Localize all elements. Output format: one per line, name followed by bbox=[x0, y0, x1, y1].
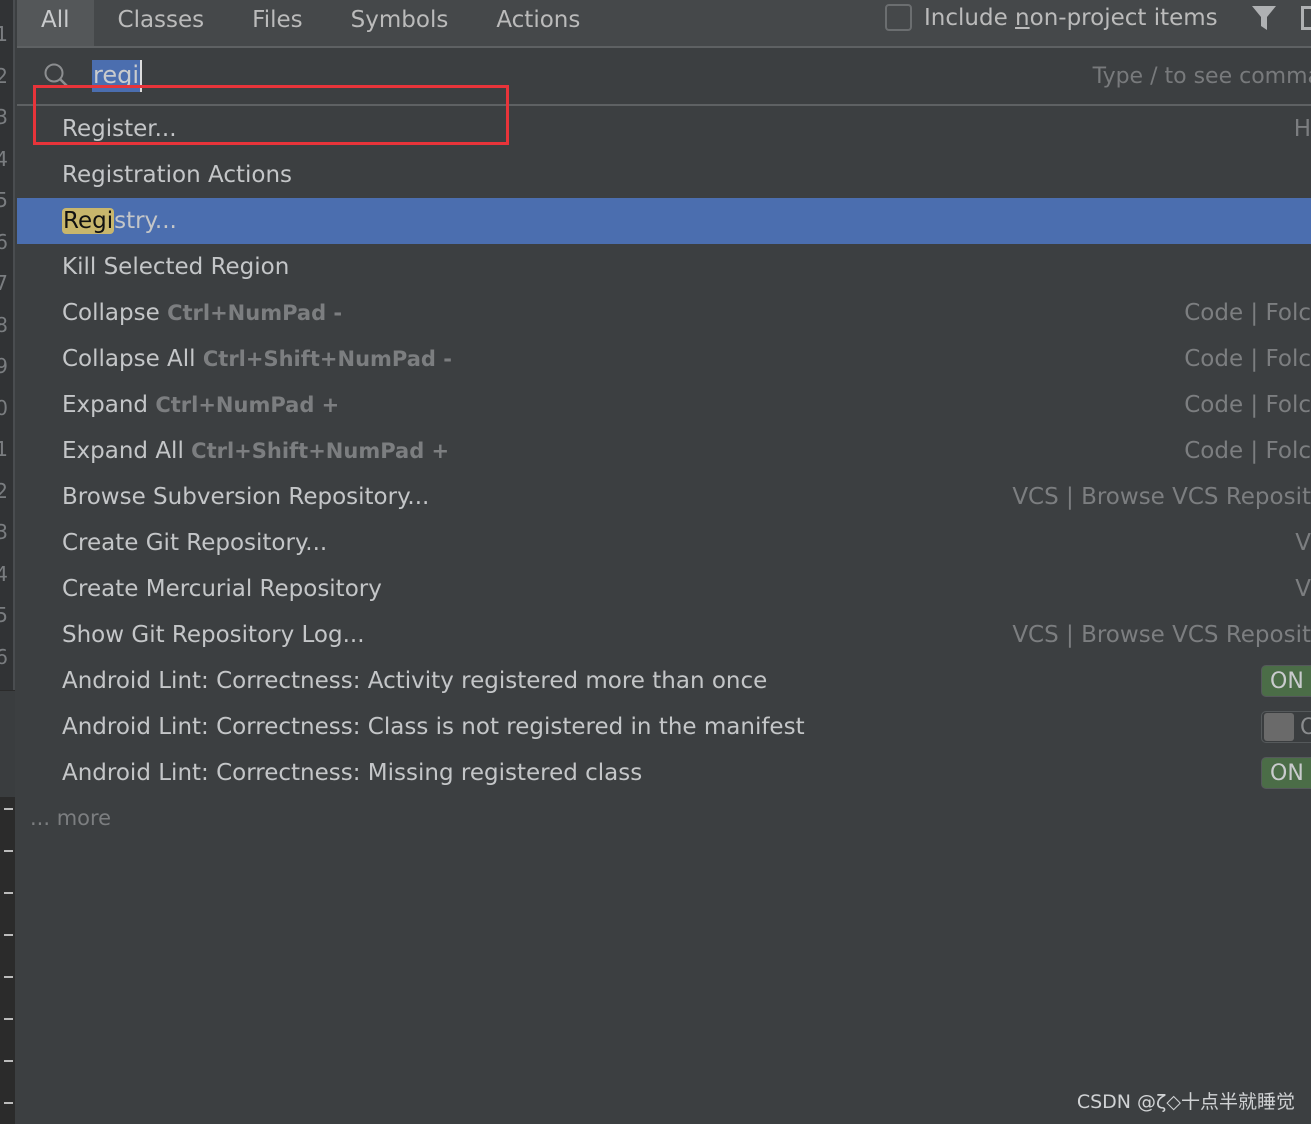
item-location: Code | Folc bbox=[1184, 392, 1311, 418]
result-item[interactable]: Create Mercurial Repository V bbox=[17, 566, 1311, 612]
item-location: VCS | Browse VCS Reposit bbox=[1012, 622, 1311, 648]
toggle-label: O bbox=[1300, 715, 1311, 740]
tab-symbols[interactable]: Symbols bbox=[327, 0, 473, 46]
item-shortcut: Ctrl+Shift+NumPad + bbox=[191, 439, 450, 463]
result-item[interactable]: Android Lint: Correctness: Class is not … bbox=[17, 704, 1311, 750]
result-item[interactable]: Collapse All Ctrl+Shift+NumPad - Code | F… bbox=[17, 336, 1311, 382]
include-label: Include non-project items bbox=[924, 4, 1218, 31]
line-number: 2 bbox=[0, 63, 8, 88]
tab-classes[interactable]: Classes bbox=[94, 0, 229, 46]
line-number: 4 bbox=[0, 561, 8, 586]
toggle-knob bbox=[1264, 713, 1294, 741]
checkbox-box[interactable] bbox=[885, 4, 912, 31]
gutter-tick bbox=[4, 850, 13, 852]
item-label: Browse Subversion Repository... bbox=[62, 484, 430, 510]
line-number: 0 bbox=[0, 395, 8, 420]
more-link[interactable]: ... more bbox=[30, 806, 111, 830]
toggle-switch[interactable]: O bbox=[1261, 711, 1311, 743]
line-number: 4 bbox=[0, 146, 8, 171]
item-shortcut: Ctrl+NumPad + bbox=[155, 393, 340, 417]
search-icon bbox=[44, 63, 69, 88]
filter-icon[interactable] bbox=[1251, 5, 1277, 31]
gutter-tick bbox=[4, 808, 13, 810]
search-everywhere-popup: All Classes Files Symbols Actions Include no… bbox=[17, 0, 1311, 1124]
item-location: Code | Folc bbox=[1184, 438, 1311, 464]
pin-icon[interactable] bbox=[1301, 6, 1311, 30]
gutter-panel bbox=[0, 690, 15, 797]
item-shortcut: Ctrl+NumPad - bbox=[167, 301, 343, 325]
item-location: VCS | Browse VCS Reposit bbox=[1012, 484, 1311, 510]
item-location: V bbox=[1295, 576, 1311, 602]
item-label: Collapse All bbox=[62, 346, 203, 372]
item-shortcut: Ctrl+Shift+NumPad - bbox=[202, 347, 452, 371]
match-highlight: Regi bbox=[62, 208, 115, 234]
line-number: 5 bbox=[0, 603, 8, 627]
result-item[interactable]: Register... H bbox=[17, 106, 1311, 152]
toggle-switch[interactable]: ON bbox=[1261, 757, 1311, 789]
item-label: Android Lint: Correctness: Activity regi… bbox=[62, 668, 768, 694]
item-label: Register... bbox=[62, 116, 177, 142]
gutter-tick bbox=[4, 1060, 13, 1062]
item-location: H bbox=[1293, 116, 1311, 142]
item-location: V bbox=[1295, 530, 1311, 556]
result-item[interactable]: Registry... bbox=[17, 198, 1311, 244]
line-number: 9 bbox=[0, 354, 8, 378]
item-label: Kill Selected Region bbox=[62, 254, 290, 280]
line-number: 6 bbox=[0, 644, 8, 669]
results-list: Register... H Registration Actions Registry… bbox=[17, 106, 1311, 796]
line-number: 2 bbox=[0, 478, 8, 503]
item-label: stry... bbox=[114, 208, 177, 234]
gutter-tick bbox=[4, 1018, 13, 1020]
item-location: Code | Folc bbox=[1184, 346, 1311, 372]
result-item[interactable]: Expand All Ctrl+Shift+NumPad + Code | Fol… bbox=[17, 428, 1311, 474]
item-label: Collapse bbox=[62, 300, 168, 326]
item-label: Android Lint: Correctness: Class is not … bbox=[62, 714, 805, 740]
item-label: Create Git Repository... bbox=[62, 530, 328, 556]
result-item[interactable]: Android Lint: Correctness: Missing regis… bbox=[17, 750, 1311, 796]
result-item[interactable]: Browse Subversion Repository... VCS | Bro… bbox=[17, 474, 1311, 520]
search-hint: Type / to see comma bbox=[1092, 64, 1311, 89]
item-location: Code | Folc bbox=[1184, 300, 1311, 326]
tab-actions[interactable]: Actions bbox=[472, 0, 604, 46]
tab-files[interactable]: Files bbox=[228, 0, 326, 46]
result-item[interactable]: Show Git Repository Log... VCS | Browse V… bbox=[17, 612, 1311, 658]
line-number: 7 bbox=[0, 271, 8, 295]
result-item[interactable]: Registration Actions bbox=[17, 152, 1311, 198]
result-item[interactable]: Collapse Ctrl+NumPad - Code | Folc bbox=[17, 290, 1311, 336]
line-number: 1 bbox=[0, 437, 8, 461]
tab-all[interactable]: All bbox=[17, 0, 94, 46]
line-number: 1 bbox=[0, 22, 8, 46]
item-label: Expand bbox=[62, 392, 156, 418]
result-item[interactable]: Expand Ctrl+NumPad + Code | Folc bbox=[17, 382, 1311, 428]
item-label: Registration Actions bbox=[62, 162, 293, 188]
editor-gutter: 1 2 3 4 5 6 7 8 9 0 1 2 3 4 5 6 bbox=[0, 0, 15, 1124]
item-label: Show Git Repository Log... bbox=[62, 622, 365, 648]
line-number: 5 bbox=[0, 188, 8, 212]
search-bar: regi Type / to see comma bbox=[17, 48, 1311, 106]
gutter-lower bbox=[0, 797, 15, 1124]
gutter-tick bbox=[4, 892, 13, 894]
result-item[interactable]: Android Lint: Correctness: Activity regi… bbox=[17, 658, 1311, 704]
include-non-project-checkbox[interactable]: Include non-project items bbox=[885, 4, 1218, 31]
gutter-tick bbox=[4, 976, 13, 978]
item-label: Create Mercurial Repository bbox=[62, 576, 382, 602]
result-item[interactable]: Kill Selected Region bbox=[17, 244, 1311, 290]
item-label: Expand All bbox=[62, 438, 192, 464]
line-number: 3 bbox=[0, 520, 8, 544]
item-label: Android Lint: Correctness: Missing regis… bbox=[62, 760, 643, 786]
line-number: 8 bbox=[0, 312, 8, 337]
toggle-switch[interactable]: ON bbox=[1261, 665, 1311, 697]
search-input[interactable]: regi bbox=[92, 60, 143, 92]
watermark: CSDN @ζ◇十点半就睡觉 bbox=[1076, 1091, 1295, 1113]
gutter-tick bbox=[4, 934, 13, 936]
line-number: 6 bbox=[0, 229, 8, 254]
result-item[interactable]: Create Git Repository... V bbox=[17, 520, 1311, 566]
line-number: 3 bbox=[0, 105, 8, 129]
gutter-tick bbox=[4, 1102, 13, 1104]
